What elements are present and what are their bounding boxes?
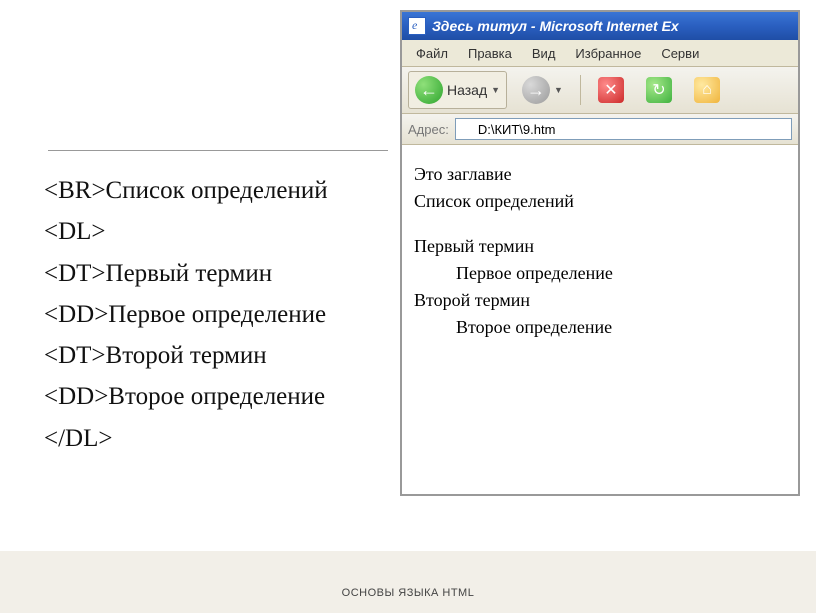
code-line: <DT>Первый термин <box>44 253 328 294</box>
separator <box>580 75 581 105</box>
menu-services[interactable]: Серви <box>651 43 709 64</box>
definition: Первое определение <box>456 260 786 287</box>
home-button[interactable]: ⌂ <box>687 72 727 108</box>
code-line: <DD>Второе определение <box>44 376 328 417</box>
forward-button[interactable]: → ▼ <box>515 71 570 109</box>
menubar: Файл Правка Вид Избранное Серви <box>402 40 798 67</box>
footer-text: ОСНОВЫ ЯЗЫКА HTML <box>0 587 816 599</box>
term: Первый термин <box>414 233 786 260</box>
address-value: D:\КИТ\9.htm <box>478 122 556 137</box>
menu-file[interactable]: Файл <box>406 43 458 64</box>
code-listing: <BR>Список определений <DL> <DT>Первый т… <box>44 170 328 459</box>
back-button[interactable]: ← Назад ▼ <box>408 71 507 109</box>
menu-edit[interactable]: Правка <box>458 43 522 64</box>
page-icon <box>408 17 426 35</box>
window-title: Здесь титул - Microsoft Internet Ex <box>432 18 679 34</box>
code-line: <BR>Список определений <box>44 170 328 211</box>
toolbar: ← Назад ▼ → ▼ ✕ ↻ ⌂ <box>402 67 798 114</box>
page-icon <box>460 122 474 136</box>
definition: Второе определение <box>456 314 786 341</box>
menu-view[interactable]: Вид <box>522 43 566 64</box>
code-line: </DL> <box>44 418 328 459</box>
home-icon: ⌂ <box>694 77 720 103</box>
menu-favorites[interactable]: Избранное <box>565 43 651 64</box>
page-subtitle: Список определений <box>414 188 786 215</box>
stop-icon: ✕ <box>598 77 624 103</box>
back-icon: ← <box>415 76 443 104</box>
refresh-icon: ↻ <box>646 77 672 103</box>
page-content: Это заглавие Список определений Первый т… <box>402 145 798 357</box>
browser-window: Здесь титул - Microsoft Internet Ex Файл… <box>400 10 800 496</box>
divider <box>48 150 388 151</box>
back-label: Назад <box>447 82 487 98</box>
stop-button[interactable]: ✕ <box>591 72 631 108</box>
code-line: <DD>Первое определение <box>44 294 328 335</box>
chevron-down-icon: ▼ <box>491 85 500 95</box>
titlebar: Здесь титул - Microsoft Internet Ex <box>402 12 798 40</box>
address-bar: Адрес: D:\КИТ\9.htm <box>402 114 798 145</box>
refresh-button[interactable]: ↻ <box>639 72 679 108</box>
chevron-down-icon: ▼ <box>554 85 563 95</box>
address-label: Адрес: <box>408 122 449 137</box>
code-line: <DL> <box>44 211 328 252</box>
term: Второй термин <box>414 287 786 314</box>
footer-band <box>0 551 816 613</box>
code-line: <DT>Второй термин <box>44 335 328 376</box>
page-heading: Это заглавие <box>414 161 786 188</box>
forward-icon: → <box>522 76 550 104</box>
address-input[interactable]: D:\КИТ\9.htm <box>455 118 792 140</box>
